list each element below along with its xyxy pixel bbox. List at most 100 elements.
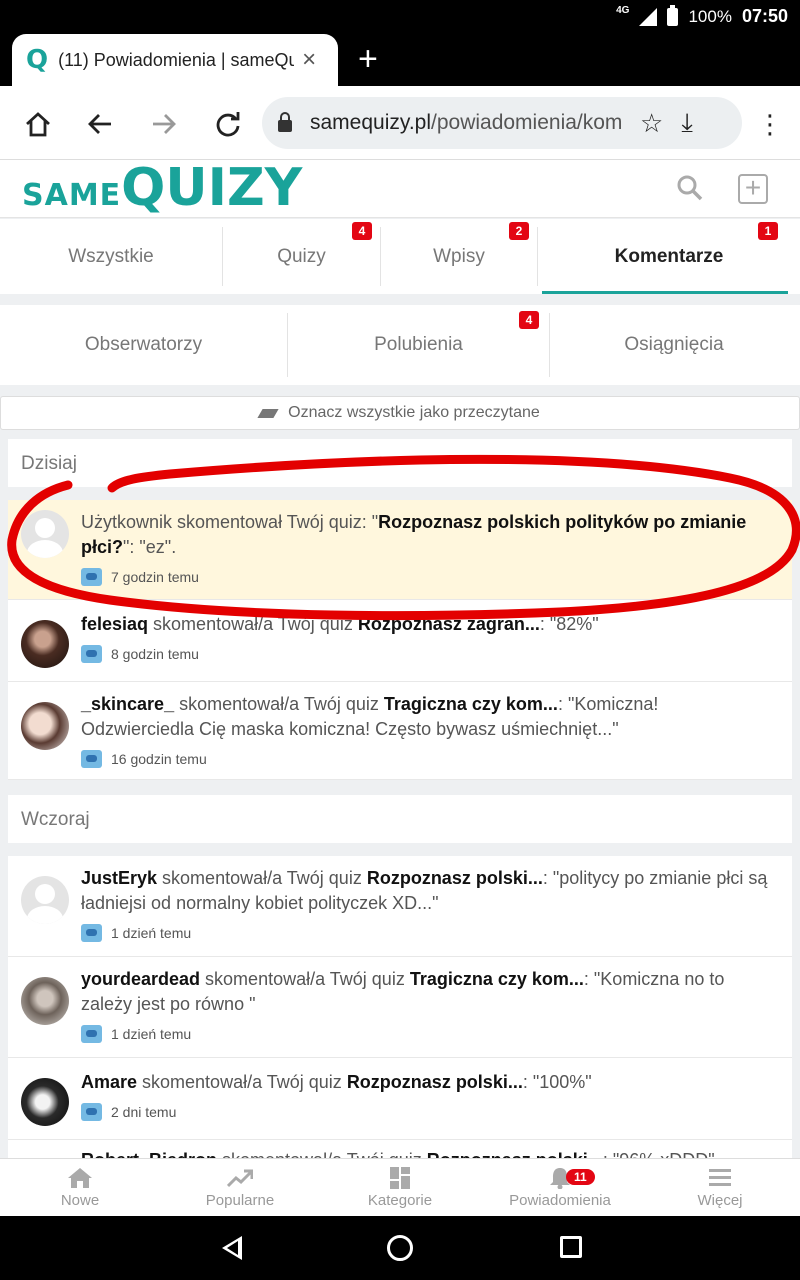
add-icon[interactable]: + (738, 174, 768, 204)
grid-icon (390, 1166, 410, 1189)
system-nav-bar (0, 1216, 800, 1280)
mark-all-read-button[interactable]: Oznacz wszystkie jako przeczytane (0, 396, 800, 430)
trending-icon (227, 1169, 253, 1187)
tab-wszystkie[interactable]: Wszystkie (0, 219, 222, 294)
reload-button[interactable] (208, 104, 248, 144)
close-tab-icon[interactable]: × (302, 46, 316, 74)
comment-icon (81, 924, 102, 942)
home-icon (68, 1167, 92, 1188)
notification-time: 1 dzień temu (81, 924, 191, 942)
comment-avatar (21, 510, 69, 558)
url-text: samequizy.pl/powiadomienia/komentarze (310, 111, 622, 134)
tab-label: Wszystkie (68, 245, 154, 267)
notification-item[interactable]: JustEryk skomentował/a Twój quiz Rozpozn… (8, 856, 792, 957)
notification-subtabs: Obserwatorzy Polubienia 4 Osiągnięcia (0, 305, 800, 385)
notification-item[interactable]: Użytkownik skomentował Twój quiz: "Rozpo… (8, 500, 792, 600)
tab-label: Komentarze (614, 245, 724, 267)
more-vert-icon: ⋮ (757, 108, 783, 139)
favicon-icon: Q (26, 45, 49, 75)
tab-osiagniecia[interactable]: Osiągnięcia (550, 305, 798, 385)
nav-popularne[interactable]: Popularne (160, 1159, 320, 1216)
notification-text: felesiaq skomentował/a Twój quiz Rozpozn… (81, 614, 599, 634)
tab-label: Obserwatorzy (84, 334, 203, 355)
tab-obserwatorzy[interactable]: Obserwatorzy (0, 305, 287, 385)
tab-polubienia[interactable]: Polubienia 4 (288, 305, 549, 385)
recents-square-icon[interactable] (560, 1236, 582, 1258)
avatar[interactable] (21, 620, 69, 668)
count-badge: 4 (352, 222, 372, 240)
tab-komentarze[interactable]: Komentarze 1 (538, 219, 800, 294)
notification-time: 8 godzin temu (81, 645, 199, 663)
arrow-left-icon (88, 114, 111, 134)
browser-tab-strip: Q (11) Powiadomienia | sameQuizy × + (0, 34, 800, 86)
notification-text: Użytkownik skomentował Twój quiz: "Rozpo… (81, 512, 747, 557)
tab-label: Quizy (277, 245, 326, 267)
comment-icon (81, 1103, 102, 1121)
tab-quizy[interactable]: Quizy 4 (223, 219, 380, 294)
home-icon (26, 112, 50, 137)
nav-kategorie[interactable]: Kategorie (320, 1159, 480, 1216)
browser-tab[interactable]: Q (11) Powiadomienia | sameQuizy × (12, 34, 338, 86)
notification-time: 1 dzień temu (81, 1025, 191, 1043)
notification-count-badge: 11 (566, 1169, 595, 1185)
notification-item[interactable]: felesiaq skomentował/a Twój quiz Rozpozn… (8, 600, 792, 682)
comment-icon (81, 645, 102, 663)
notification-text: yourdeardead skomentował/a Twój quiz Tra… (81, 969, 725, 1014)
network-type: 4G (616, 5, 630, 16)
battery-icon (667, 4, 679, 26)
avatar[interactable] (21, 1078, 69, 1126)
tab-title: (11) Powiadomienia | sameQuizy (58, 49, 295, 70)
notification-tabs: Wszystkie Quizy 4 Wpisy 2 Komentarze 1 (0, 219, 800, 294)
comment-icon (81, 568, 102, 586)
eraser-icon (257, 408, 279, 418)
tab-label: Wpisy (433, 245, 485, 267)
notification-item[interactable]: _skincare_ skomentował/a Twój quiz Tragi… (8, 682, 792, 780)
reload-icon (216, 112, 240, 137)
clock: 07:50 (741, 6, 788, 26)
menu-icon (709, 1168, 731, 1186)
back-button[interactable] (80, 104, 120, 144)
mark-all-read-label: Oznacz wszystkie jako przeczytane (288, 404, 540, 421)
battery-level: 100% (688, 6, 732, 26)
tab-label: Polubienia (374, 334, 463, 355)
address-bar[interactable]: samequizy.pl/powiadomienia/komentarze ☆ … (262, 97, 742, 149)
home-button[interactable] (18, 104, 58, 144)
nav-nowe[interactable]: Nowe (0, 1159, 160, 1216)
notification-time: 7 godzin temu (81, 568, 199, 586)
notification-time: 2 dni temu (81, 1103, 176, 1121)
site-header: SAMEQUIZY + (0, 160, 800, 218)
section-heading-today: Dzisiaj (8, 439, 792, 487)
nav-powiadomienia[interactable]: Powiadomienia 11 (480, 1159, 640, 1216)
count-badge: 1 (758, 222, 778, 240)
notification-text: JustEryk skomentował/a Twój quiz Rozpozn… (81, 868, 768, 913)
home-circle-icon[interactable] (387, 1235, 413, 1261)
search-icon[interactable] (676, 174, 704, 202)
arrow-right-icon (153, 114, 176, 134)
browser-toolbar: samequizy.pl/powiadomienia/komentarze ☆ … (0, 86, 800, 160)
notification-time: 16 godzin temu (81, 750, 207, 768)
new-tab-icon[interactable]: + (358, 40, 378, 79)
forward-button[interactable] (144, 104, 184, 144)
tab-wpisy[interactable]: Wpisy 2 (381, 219, 537, 294)
signal-icon (639, 7, 658, 26)
notification-item[interactable]: yourdeardead skomentował/a Twój quiz Tra… (8, 957, 792, 1058)
nav-wiecej[interactable]: Więcej (640, 1159, 800, 1216)
lock-icon (278, 112, 292, 132)
menu-button[interactable]: ⋮ (750, 104, 790, 144)
comment-icon (81, 750, 102, 768)
star-icon[interactable]: ☆ (640, 108, 663, 139)
status-bar: 4G 100% 07:50 (0, 0, 800, 34)
notification-text: _skincare_ skomentował/a Twój quiz Tragi… (81, 694, 659, 739)
back-triangle-icon[interactable] (222, 1236, 242, 1260)
avatar[interactable] (21, 702, 69, 750)
comment-icon (81, 1025, 102, 1043)
count-badge: 2 (509, 222, 529, 240)
tab-label: Osiągnięcia (624, 334, 724, 355)
site-logo[interactable]: SAMEQUIZY (22, 162, 302, 214)
avatar[interactable] (21, 977, 69, 1025)
notification-text: Amare skomentował/a Twój quiz Rozpoznasz… (81, 1072, 592, 1092)
download-icon[interactable]: ⤓ (681, 107, 693, 139)
section-heading-yesterday: Wczoraj (8, 795, 792, 843)
notification-item[interactable]: Amare skomentował/a Twój quiz Rozpoznasz… (8, 1058, 792, 1140)
avatar[interactable] (21, 876, 69, 924)
